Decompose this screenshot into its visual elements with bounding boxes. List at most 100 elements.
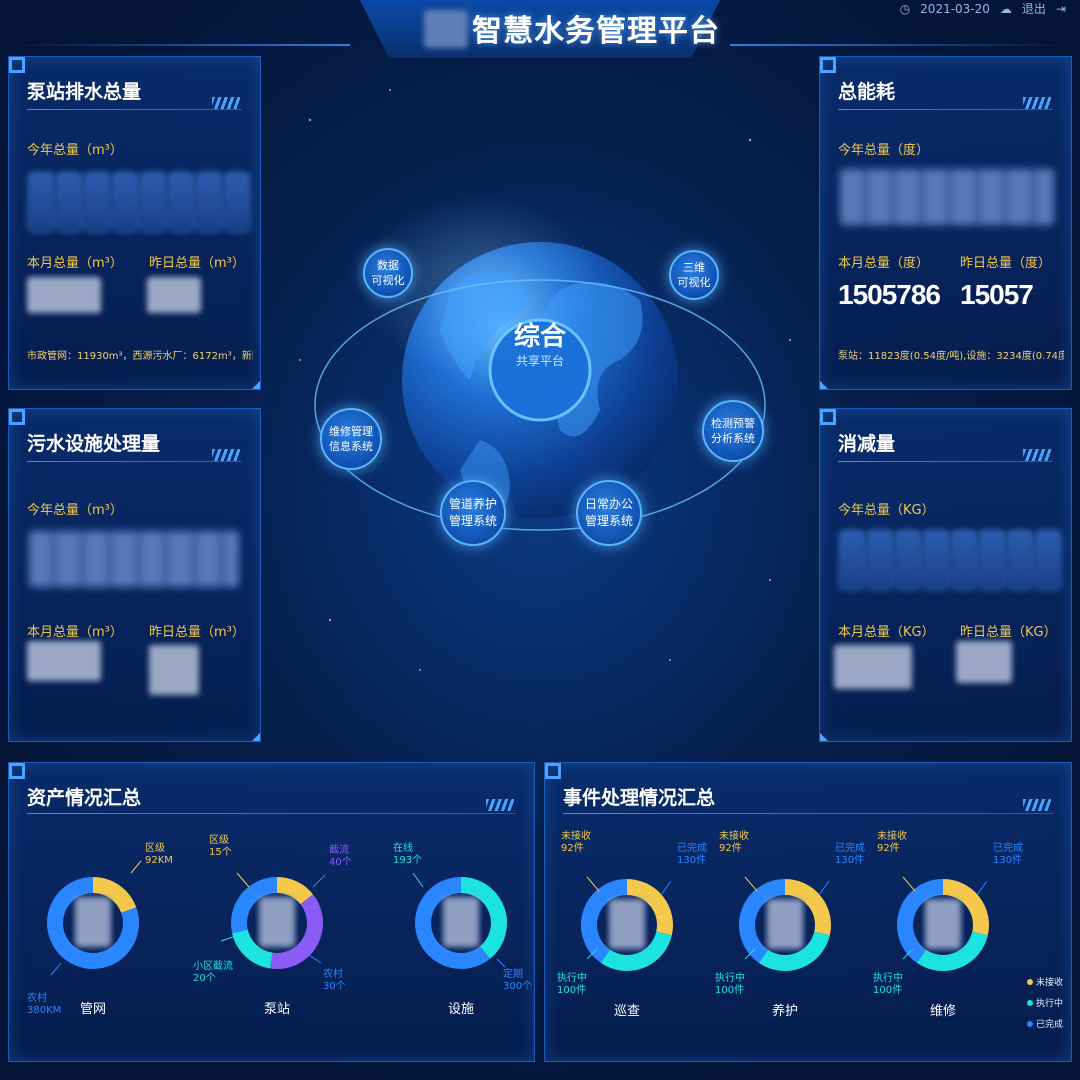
donut-name: 泵站 (264, 1002, 290, 1017)
year-label: 今年总量（KG） (838, 503, 935, 518)
yesterday-value-blurred (956, 641, 1012, 683)
donut-label-value: 30个 (323, 980, 346, 992)
donut-label-value: 92件 (877, 842, 900, 854)
month-label: 本月总量（m³） (27, 256, 123, 271)
pump-note: 市政管网：11930m³，西源污水厂：6172m³，新区江边污水厂 (27, 351, 253, 362)
page-title: 智慧水务管理平台 (472, 14, 720, 49)
donut-label: 执行中100件 (873, 948, 914, 996)
yesterday-label: 昨日总量（度） (960, 256, 1052, 271)
year-label: 今年总量（m³） (27, 143, 123, 158)
donut-label: 小区截流20个 (193, 934, 240, 984)
donut-label: 已完成130件 (660, 841, 707, 896)
corner-mark (820, 733, 828, 741)
corner-mark (252, 733, 260, 741)
header-meta: ◷ 2021-03-20 ☁ 退出 ⇥ (900, 0, 1066, 17)
node-3d-visualization[interactable]: 三维 可视化 (669, 250, 719, 300)
donut-label-value: 92件 (719, 842, 742, 854)
stripes-icon (212, 97, 240, 109)
month-value-blurred (834, 645, 912, 689)
donut-label-name: 执行中 (715, 971, 745, 984)
corner-mark (252, 381, 260, 389)
donut-label-value: 193个 (393, 854, 422, 866)
hub-label[interactable]: 综合 共享平台 (490, 322, 590, 369)
donut-label-name: 未接收 (561, 829, 591, 842)
month-label: 本月总量（度） (838, 256, 930, 271)
yesterday-value-blurred (149, 645, 199, 695)
donut-label: 截流40个 (312, 843, 352, 888)
donut-label-value: 130件 (993, 854, 1022, 866)
donut-label-value: 20个 (193, 972, 216, 984)
events-panel: 事件处理情况汇总 未接收 92件 已完成 130件 执行中 100件 巡查 未接收 92件 已完成… (544, 762, 1072, 1062)
donut-label: 定期300个 (496, 958, 532, 992)
stripes-icon (212, 449, 240, 461)
dashboard: 智慧水务管理平台 ◷ 2021-03-20 ☁ 退出 ⇥ 泵站排水总量 今年总量… (0, 0, 1080, 1080)
panel-rule (27, 109, 242, 110)
node-office-system[interactable]: 日常办公 管理系统 (576, 480, 642, 546)
donut-label-name: 区级 (209, 834, 229, 846)
donut-label: 农村380KM (27, 962, 62, 1016)
weather-icon[interactable]: ☁ (1000, 2, 1012, 16)
donut-label: 已完成130件 (818, 841, 865, 896)
panel-title: 总能耗 (838, 81, 896, 103)
donut-label-value: 130件 (677, 854, 706, 866)
yesterday-label: 昨日总量（m³） (149, 625, 245, 640)
donut-label-name: 执行中 (873, 971, 903, 984)
donut-label-value: 92件 (561, 842, 584, 854)
donut-label: 执行中100件 (715, 948, 756, 996)
donut-name: 巡查 (614, 1004, 640, 1019)
donut-label-name: 农村 (323, 967, 343, 980)
donut-center-blurred (259, 897, 295, 947)
year-label: 今年总量（m³） (27, 503, 123, 518)
donut-label-value: 100件 (873, 984, 902, 996)
hub-sub-label: 共享平台 (515, 354, 564, 368)
donut-label-name: 已完成 (677, 841, 707, 854)
donut-center-blurred (925, 899, 961, 949)
year-label: 今年总量（度） (838, 143, 930, 158)
donut-label-name: 未接收 (719, 829, 749, 842)
donut-label-name: 已完成 (835, 841, 865, 854)
donut-label: 农村30个 (308, 954, 346, 992)
clock-icon: ◷ (899, 1, 911, 16)
donut-label: 未接收92件 (561, 829, 600, 892)
donut-label-name: 区级 (145, 842, 165, 854)
donut-label: 区级92KM (130, 842, 173, 874)
donut-label-value: 100件 (715, 984, 744, 996)
panel-rule (838, 461, 1053, 462)
corner-mark (820, 381, 828, 389)
logout-icon[interactable]: ⇥ (1056, 2, 1066, 16)
donut-label-value: 380KM (27, 1005, 61, 1016)
node-maintenance-system[interactable]: 维修管理 信息系统 (320, 408, 382, 470)
legend-item: 已完成 (1027, 1017, 1063, 1030)
assets-panel: 资产情况汇总 区级 92KM 农村 380KM 管网 区级 15个 截流 40个 小区截流 20个农… (8, 762, 535, 1062)
month-value: 1505786 (838, 279, 941, 310)
node-pipeline-system[interactable]: 管道养护 管理系统 (440, 480, 506, 546)
events-legend: 未接收 执行中 已完成 (1027, 975, 1063, 1030)
donut-label-name: 未接收 (877, 829, 907, 842)
node-monitoring-system[interactable]: 检测预警 分析系统 (702, 400, 764, 462)
donut-label-value: 300个 (503, 980, 532, 992)
logo-icon (424, 10, 468, 48)
year-value-blurred (29, 173, 249, 231)
donut-label-name: 截流 (329, 843, 349, 856)
donut-label-value: 130件 (835, 854, 864, 866)
hub-main-label: 综合 (513, 322, 566, 352)
energy-panel: 总能耗 今年总量（度） 本月总量（度） 昨日总量（度） 1505786 1505… (819, 56, 1072, 390)
donut-label: 区级15个 (209, 834, 250, 888)
logout-button[interactable]: 退出 (1022, 0, 1046, 17)
donut-label-name: 定期 (503, 967, 523, 980)
donut-label-value: 92KM (145, 855, 173, 866)
donut-label: 未接收92件 (877, 829, 916, 892)
legend-item: 执行中 (1027, 996, 1063, 1009)
year-value-blurred (29, 531, 239, 587)
globe-svg (299, 89, 791, 671)
donut-center-blurred (75, 897, 111, 947)
donut-label-value: 15个 (209, 846, 232, 858)
month-value-blurred (27, 641, 101, 681)
sewage-panel: 污水设施处理量 今年总量（m³） 本月总量（m³） 昨日总量（m³） (8, 408, 261, 742)
donut-label: 已完成130件 (976, 841, 1023, 896)
yesterday-value: 15057 (960, 279, 1034, 310)
panel-title: 污水设施处理量 (27, 433, 161, 455)
node-data-visualization[interactable]: 数据 可视化 (363, 248, 413, 298)
yesterday-value-blurred (147, 277, 201, 313)
header-left-line (10, 44, 350, 46)
